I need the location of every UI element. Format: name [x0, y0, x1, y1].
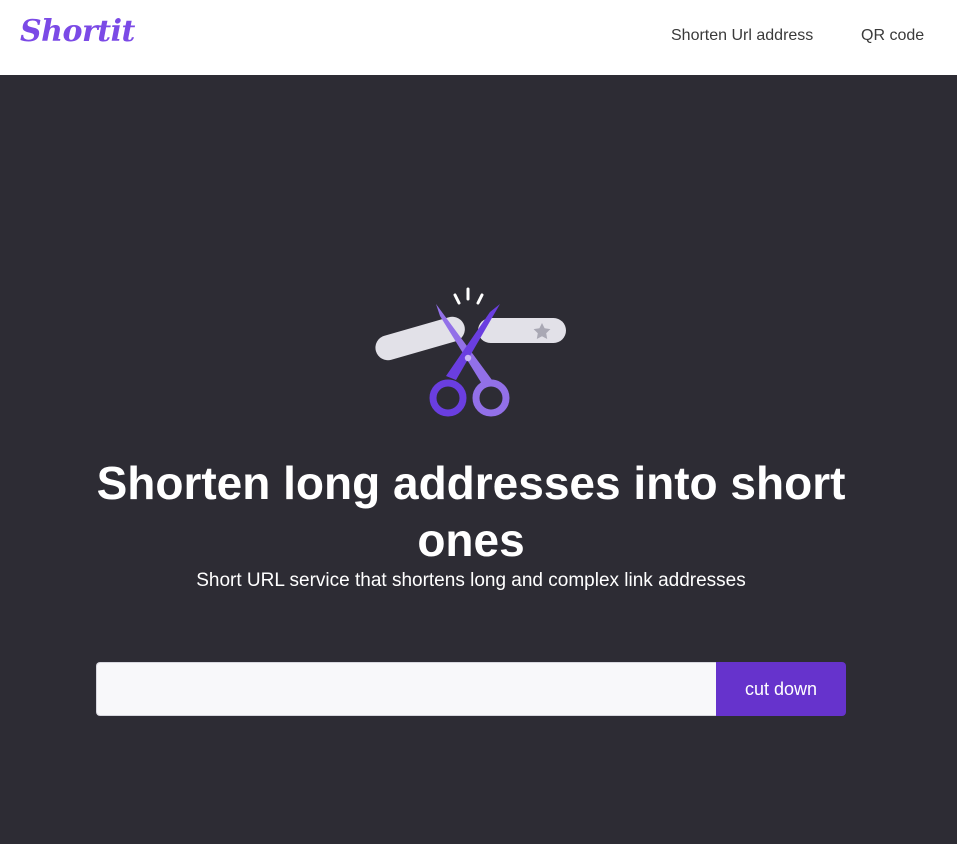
link-strip-right — [478, 318, 566, 343]
url-input[interactable] — [96, 662, 717, 716]
link-strip-left — [375, 316, 465, 361]
nav-shorten-url[interactable]: Shorten Url address — [671, 27, 813, 45]
cut-down-button[interactable]: cut down — [716, 662, 846, 716]
logo[interactable]: Shortit — [20, 14, 135, 49]
spark-lines — [453, 287, 484, 305]
page-subtitle: Short URL service that shortens long and… — [196, 570, 746, 591]
top-navbar: Shortit Shorten Url address QR code — [0, 0, 957, 75]
page-title: Shorten long addresses into short ones — [96, 457, 846, 566]
nav-qr-code[interactable]: QR code — [861, 27, 924, 45]
scissors-cutting-link-icon — [375, 287, 566, 417]
